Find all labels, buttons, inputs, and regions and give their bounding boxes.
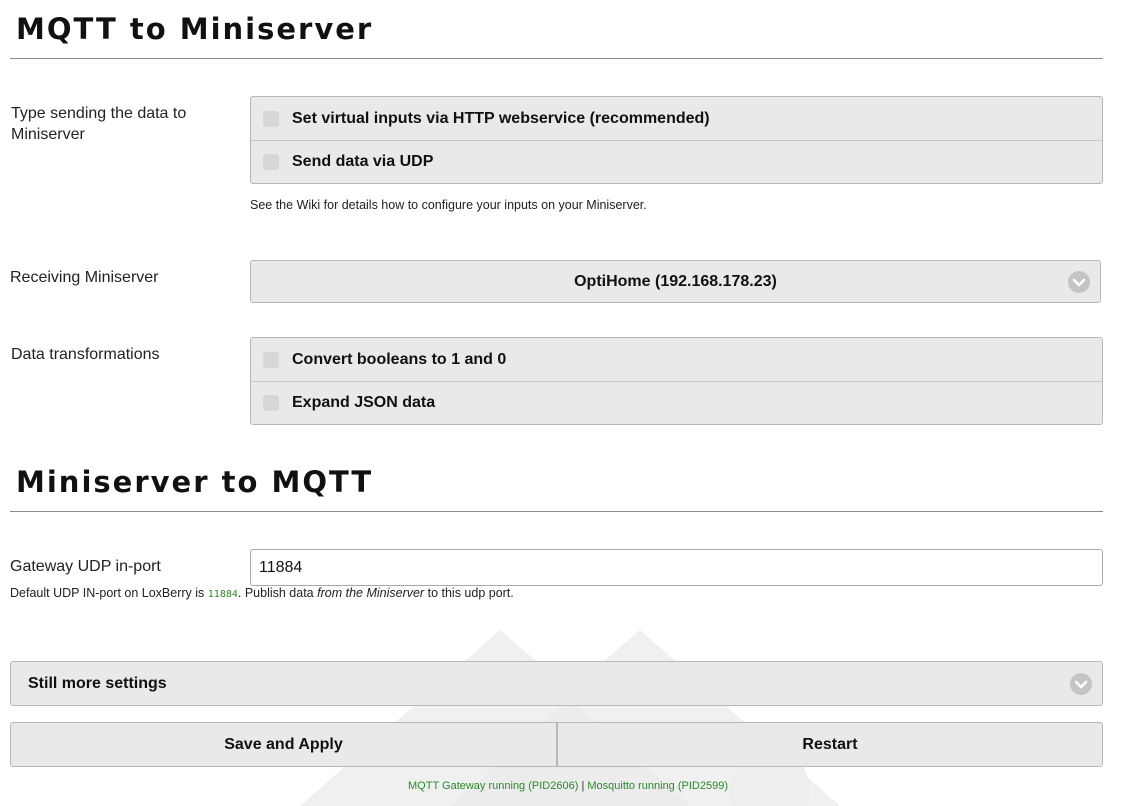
gateway-udp-port-label: Gateway UDP in-port bbox=[10, 558, 161, 575]
section-title-miniserver-to-mqtt: Miniserver to MQTT bbox=[16, 465, 374, 499]
checkbox-icon[interactable] bbox=[263, 395, 279, 411]
receiving-miniserver-label: Receiving Miniserver bbox=[10, 269, 159, 286]
gateway-udp-port-input[interactable] bbox=[250, 549, 1103, 586]
option-expand-json[interactable]: Expand JSON data bbox=[251, 381, 1102, 424]
status-separator: | bbox=[581, 780, 585, 792]
option-label: Set virtual inputs via HTTP webservice (… bbox=[292, 109, 710, 127]
still-more-settings-label: Still more settings bbox=[28, 674, 167, 692]
hint-emphasis: from the Miniserver bbox=[317, 586, 425, 600]
section-divider bbox=[10, 511, 1103, 512]
option-convert-booleans[interactable]: Convert booleans to 1 and 0 bbox=[251, 338, 1102, 381]
save-and-apply-button[interactable]: Save and Apply bbox=[10, 722, 557, 767]
option-label: Expand JSON data bbox=[292, 394, 436, 411]
mosquitto-status: Mosquitto running (PID2599) bbox=[587, 780, 728, 792]
type-sending-options: Set virtual inputs via HTTP webservice (… bbox=[250, 96, 1103, 184]
option-label: Send data via UDP bbox=[292, 153, 434, 170]
restart-button[interactable]: Restart bbox=[557, 722, 1103, 767]
type-sending-hint: See the Wiki for details how to configur… bbox=[250, 198, 647, 212]
default-port-code: 11884 bbox=[207, 589, 238, 600]
checkbox-icon[interactable] bbox=[263, 110, 279, 127]
selected-value: OptiHome (192.168.178.23) bbox=[574, 272, 777, 290]
hint-text: to this udp port. bbox=[427, 586, 514, 600]
option-http-webservice[interactable]: Set virtual inputs via HTTP webservice (… bbox=[251, 97, 1102, 140]
hint-text: Default UDP IN-port on LoxBerry is bbox=[10, 586, 205, 600]
data-transformations-label: Data transformations bbox=[11, 346, 160, 363]
option-udp[interactable]: Send data via UDP bbox=[251, 140, 1102, 183]
data-transformation-options: Convert booleans to 1 and 0 Expand JSON … bbox=[250, 337, 1103, 425]
option-label: Convert booleans to 1 and 0 bbox=[292, 350, 507, 368]
gateway-status: MQTT Gateway running (PID2606) bbox=[408, 780, 579, 792]
udp-port-hint: Default UDP IN-port on LoxBerry is 11884… bbox=[10, 586, 514, 600]
checkbox-icon[interactable] bbox=[263, 154, 279, 170]
section-divider bbox=[10, 58, 1103, 59]
receiving-miniserver-select[interactable]: OptiHome (192.168.178.23) bbox=[250, 260, 1101, 303]
type-sending-label: Type sending the data to Miniserver bbox=[11, 105, 187, 143]
still-more-settings-toggle[interactable]: Still more settings bbox=[10, 661, 1103, 706]
section-title-mqtt-to-miniserver: MQTT to Miniserver bbox=[16, 12, 374, 46]
chevron-down-icon[interactable] bbox=[1070, 672, 1092, 695]
chevron-down-icon[interactable] bbox=[1068, 270, 1090, 293]
hint-text: . Publish data bbox=[237, 586, 314, 600]
service-status: MQTT Gateway running (PID2606) | Mosquit… bbox=[0, 780, 1136, 792]
checkbox-icon[interactable] bbox=[263, 351, 279, 368]
